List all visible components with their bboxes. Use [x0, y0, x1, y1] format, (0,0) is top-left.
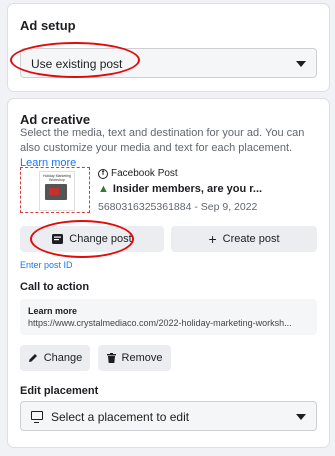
ad-setup-card: Ad setup Use existing post [8, 4, 329, 91]
post-title: ▲ Insider members, are you r... [98, 183, 262, 195]
ad-creative-title: Ad creative [20, 112, 91, 127]
call-to-action-box: Learn more https://www.crystalmediaco.co… [20, 299, 317, 335]
post-source: f Facebook Post [98, 168, 178, 179]
cta-label: Learn more [28, 306, 78, 316]
cta-change-label: Change [43, 352, 83, 364]
description-text: Select the media, text and destination f… [20, 127, 305, 154]
call-to-action-title: Call to action [20, 281, 90, 293]
edit-placement-title: Edit placement [20, 385, 99, 397]
facebook-icon: f [98, 168, 108, 179]
thumbnail-graphic [45, 184, 67, 200]
post-id-date: 5680316325361884 - Sep 9, 2022 [98, 201, 258, 213]
plus-icon: + [208, 231, 217, 247]
create-post-button[interactable]: + Create post [171, 226, 317, 252]
caret-down-icon [296, 61, 306, 67]
enter-post-id-link[interactable]: Enter post ID [20, 260, 73, 270]
post-title-text: Insider members, are you r... [112, 183, 263, 195]
cta-change-button[interactable]: Change [20, 345, 90, 371]
ad-creative-description: Select the media, text and destination f… [20, 126, 320, 171]
tree-icon: ▲ [98, 183, 109, 195]
annotation-circle [10, 42, 140, 78]
post-source-label: Facebook Post [111, 168, 178, 179]
cta-remove-button[interactable]: Remove [98, 345, 171, 371]
cta-url: https://www.crystalmediaco.com/2022-holi… [28, 318, 292, 328]
monitor-icon [31, 411, 43, 423]
annotation-circle [30, 220, 134, 258]
cta-remove-label: Remove [121, 352, 163, 364]
ad-creative-card: Ad creative Select the media, text and d… [8, 99, 329, 447]
pencil-icon [28, 354, 37, 362]
ad-setup-title: Ad setup [20, 18, 76, 33]
create-post-label: Create post [222, 233, 280, 245]
caret-down-icon [296, 414, 306, 420]
thumbnail-title: Holiday Marketing Workshop [42, 174, 71, 182]
trash-icon [106, 353, 116, 363]
thumbnail-image: Holiday Marketing Workshop [39, 171, 75, 211]
post-thumbnail: Holiday Marketing Workshop [20, 167, 90, 213]
edit-placement-select[interactable]: Select a placement to edit [20, 401, 317, 431]
edit-placement-value: Select a placement to edit [51, 410, 190, 424]
